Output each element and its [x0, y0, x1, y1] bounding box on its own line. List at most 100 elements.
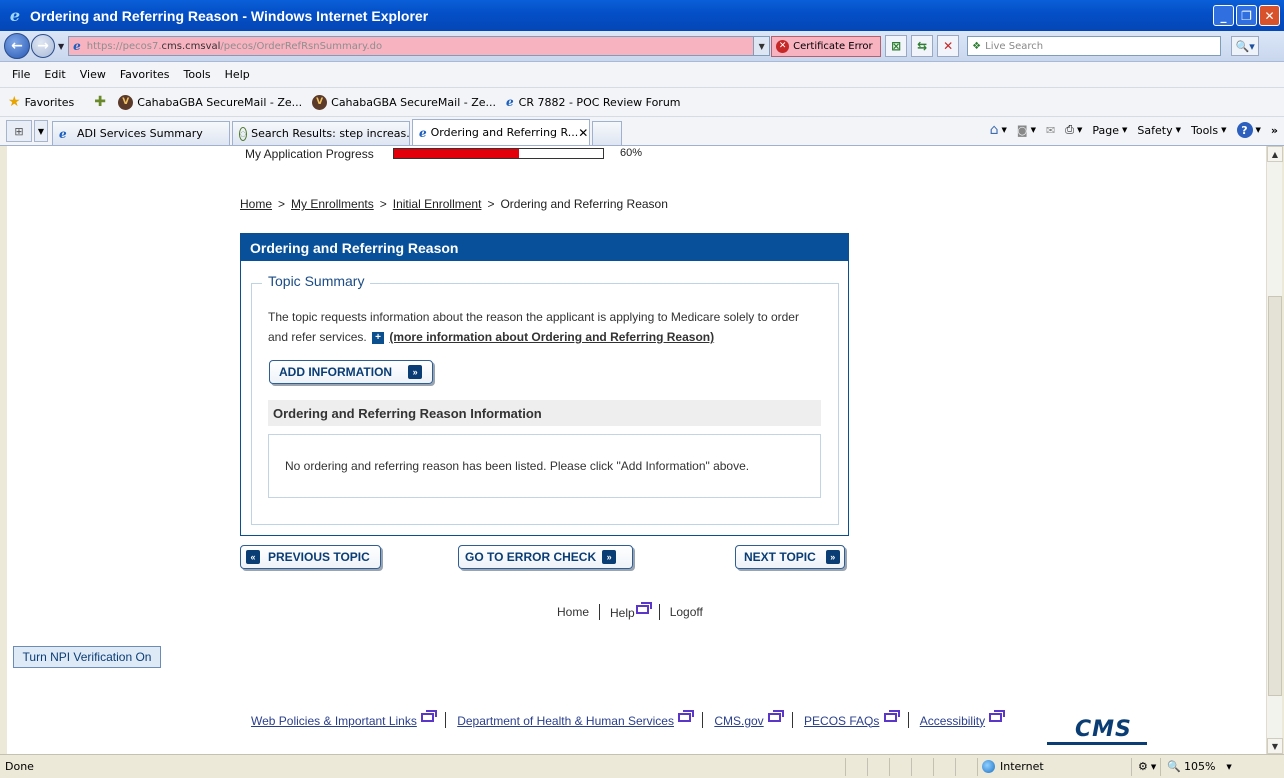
restore-button[interactable]: ❐: [1236, 5, 1257, 26]
cms-gov-link[interactable]: CMS.gov: [714, 709, 785, 728]
new-tab-button[interactable]: [592, 121, 622, 145]
tools-menu[interactable]: Tools ▼: [1191, 124, 1227, 137]
compatibility-icon[interactable]: ⊠: [885, 35, 908, 57]
page-menu-label: Page: [1092, 123, 1120, 137]
previous-topic-button[interactable]: « PREVIOUS TOPIC: [240, 545, 381, 569]
cahaba-icon: V: [312, 94, 328, 110]
cert-error-label: Certificate Error: [793, 40, 873, 52]
ie-page-icon: e: [506, 95, 514, 109]
chevron-down-icon: ▼: [1150, 762, 1157, 771]
next-topic-label: NEXT TOPIC: [744, 550, 816, 564]
breadcrumb-enrollments[interactable]: My Enrollments: [291, 197, 374, 211]
panel-title: Ordering and Referring Reason: [241, 234, 848, 261]
search-input[interactable]: ❖ Live Search: [967, 36, 1222, 56]
add-information-label: ADD INFORMATION: [279, 365, 393, 379]
forward-button[interactable]: →: [31, 34, 55, 58]
breadcrumb-home[interactable]: Home: [240, 197, 272, 211]
footer-logoff-link[interactable]: Logoff: [670, 605, 703, 619]
page-menu[interactable]: Page ▼: [1092, 124, 1127, 137]
breadcrumb-initial-enrollment[interactable]: Initial Enrollment: [393, 197, 482, 211]
menu-bar: File Edit View Favorites Tools Help: [0, 62, 1284, 88]
close-button[interactable]: ✕: [1259, 5, 1280, 26]
link-label: Accessibility: [919, 713, 986, 728]
search-button[interactable]: 🔍▾: [1231, 36, 1260, 56]
certificate-error-button[interactable]: ✕ Certificate Error: [771, 35, 882, 57]
zoom-button[interactable]: 🔍 105% ▼: [1160, 757, 1232, 776]
footer-home-link[interactable]: Home: [557, 605, 589, 619]
hhs-link[interactable]: Department of Health & Human Services: [457, 709, 695, 728]
safety-menu-label: Safety: [1137, 123, 1173, 137]
scroll-thumb[interactable]: [1268, 296, 1282, 696]
cms-logo: CMS: [1047, 715, 1167, 754]
globe-icon: [982, 760, 995, 773]
bottom-links: Web Policies & Important Links Departmen…: [251, 709, 1006, 728]
window-border: [0, 146, 7, 754]
tab-label: ADI Services Summary: [77, 127, 203, 140]
safety-menu[interactable]: Safety ▼: [1137, 124, 1181, 137]
topic-summary-legend: Topic Summary: [262, 273, 371, 289]
logo-swoosh: [1047, 742, 1147, 745]
print-button[interactable]: ⎙ ▼: [1065, 123, 1082, 137]
close-tab-icon[interactable]: ✕: [578, 126, 588, 140]
feeds-button[interactable]: ◙ ▼: [1017, 124, 1036, 137]
history-dropdown-icon[interactable]: ▼: [58, 42, 64, 51]
double-chevron-left-icon: «: [246, 550, 260, 564]
tab-adi-services[interactable]: e ADI Services Summary: [52, 121, 230, 145]
favorite-item[interactable]: V CahabaGBA SecureMail - Ze...: [118, 94, 303, 110]
error-check-label: GO TO ERROR CHECK: [465, 550, 597, 564]
add-information-button[interactable]: ADD INFORMATION »: [269, 360, 433, 384]
divider: [792, 712, 794, 728]
menu-view[interactable]: View: [80, 68, 106, 81]
mail-button[interactable]: ✉: [1046, 124, 1055, 137]
menu-file[interactable]: File: [12, 68, 30, 81]
tab-list-dropdown-icon[interactable]: ▼: [34, 120, 48, 142]
favorites-button[interactable]: ★ Favorites: [8, 94, 74, 110]
chevron-down-icon: ▼: [1122, 126, 1128, 134]
favorite-item[interactable]: V CahabaGBA SecureMail - Ze...: [312, 94, 496, 110]
back-button[interactable]: ←: [4, 33, 30, 59]
tab-label: Search Results: step increas...: [251, 127, 410, 140]
scroll-up-icon[interactable]: ▲: [1267, 146, 1283, 162]
footer-help-link[interactable]: Help: [610, 601, 652, 620]
status-segment: [933, 757, 955, 776]
address-dropdown-icon[interactable]: ▼: [753, 37, 770, 55]
divider: [658, 604, 660, 620]
accessibility-link[interactable]: Accessibility: [919, 709, 1006, 728]
progress-bar: [393, 148, 604, 159]
menu-favorites[interactable]: Favorites: [120, 68, 170, 81]
progress-label: My Application Progress: [245, 147, 374, 161]
help-menu[interactable]: ? ▼: [1236, 122, 1261, 138]
more-info-link[interactable]: (more information about Ordering and Ref…: [389, 330, 714, 344]
next-topic-button[interactable]: NEXT TOPIC »: [735, 545, 845, 569]
vertical-scrollbar[interactable]: ▲ ▼: [1266, 146, 1283, 754]
double-chevron-right-icon: »: [825, 550, 840, 564]
minimize-button[interactable]: _: [1213, 5, 1234, 26]
url-prefix: https://pecos7.: [86, 40, 162, 52]
search-placeholder: Live Search: [985, 40, 1044, 52]
home-button[interactable]: ⌂ ▼: [990, 122, 1007, 138]
add-favorite-icon[interactable]: ✚: [94, 94, 110, 110]
expand-icon[interactable]: +: [372, 332, 385, 344]
link-label: CMS.gov: [714, 713, 764, 728]
tab-search-results[interactable]: ◌ Search Results: step increas...: [232, 121, 410, 145]
refresh-icon[interactable]: ⇆: [911, 35, 934, 57]
error-check-button[interactable]: GO TO ERROR CHECK »: [458, 545, 633, 569]
protected-mode-button[interactable]: ⚙ ▼: [1131, 757, 1157, 776]
address-input[interactable]: e https://pecos7. cms.cmsval/pecos/OrderR…: [68, 36, 771, 56]
favorite-item[interactable]: e CR 7882 - POC Review Forum: [506, 95, 681, 109]
stop-icon[interactable]: ✕: [937, 35, 960, 57]
security-zone: Internet: [977, 757, 1127, 776]
npi-verification-button[interactable]: Turn NPI Verification On: [13, 646, 161, 668]
menu-tools[interactable]: Tools: [184, 68, 211, 81]
menu-help[interactable]: Help: [225, 68, 250, 81]
breadcrumb-separator: >: [487, 197, 495, 211]
scroll-down-icon[interactable]: ▼: [1267, 738, 1283, 754]
web-policies-link[interactable]: Web Policies & Important Links: [251, 709, 438, 728]
status-text: Done: [5, 760, 34, 773]
favorite-label: CahabaGBA SecureMail - Ze...: [137, 95, 303, 109]
quick-tabs-icon[interactable]: ⊞: [6, 120, 32, 142]
pecos-faqs-link[interactable]: PECOS FAQs: [804, 709, 900, 728]
tab-ordering-referring[interactable]: e Ordering and Referring R... ✕: [412, 119, 590, 145]
more-commands-icon[interactable]: »: [1271, 124, 1278, 137]
menu-edit[interactable]: Edit: [44, 68, 65, 81]
